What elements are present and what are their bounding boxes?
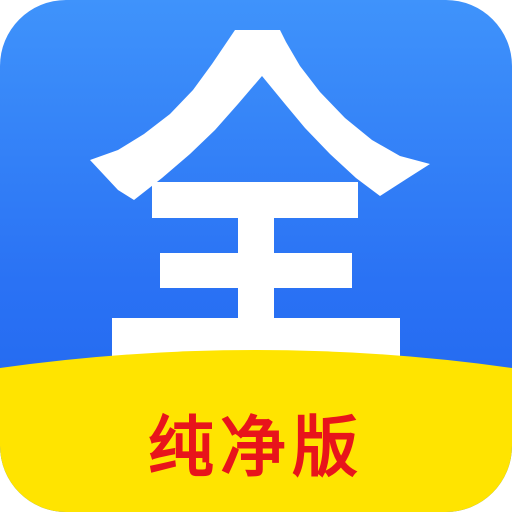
badge-label: 纯净版	[148, 409, 364, 486]
app-icon[interactable]: 全 纯净版	[0, 0, 512, 512]
